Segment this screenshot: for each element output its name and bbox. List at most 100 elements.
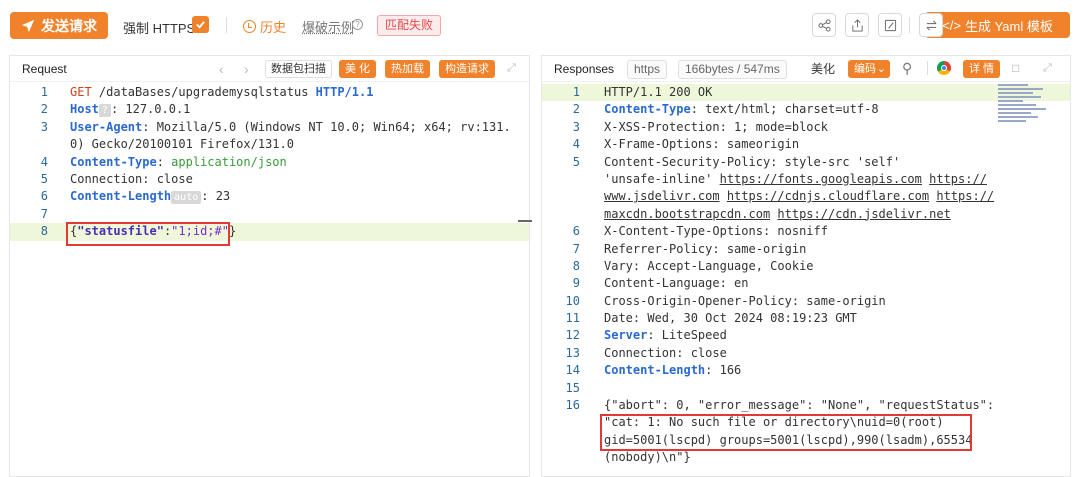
code-line: 6 Content-Length auto: 23 bbox=[10, 188, 529, 205]
line-text: Vary: Accept-Language, Cookie bbox=[604, 258, 814, 275]
header-key: Content-Length bbox=[70, 189, 172, 204]
history-button[interactable]: 历史 bbox=[243, 17, 286, 36]
header-value: : 166 bbox=[705, 363, 742, 378]
line-text: Content-Length auto: 23 bbox=[70, 188, 230, 205]
encode-label: 编码 bbox=[854, 63, 876, 75]
header-value: : close bbox=[142, 171, 193, 186]
line-number: 7 bbox=[40, 206, 48, 221]
response-beautify-button[interactable]: 美化 bbox=[806, 61, 841, 79]
send-request-button[interactable]: 发送请求 bbox=[10, 12, 108, 39]
header-value: : LiteSpeed bbox=[647, 328, 727, 343]
export-icon bbox=[851, 18, 863, 32]
line-number: 7 bbox=[572, 241, 580, 256]
search-icon[interactable]: ⚲ bbox=[902, 60, 912, 77]
request-body-highlight bbox=[66, 222, 230, 246]
code-line: 4 Content-Type: application/json bbox=[10, 154, 529, 171]
code-line: 0) Gecko/20100101 Firefox/131.0 bbox=[10, 136, 529, 153]
request-editor[interactable]: 1 GET /dataBases/upgrademysqlstatus HTTP/… bbox=[10, 84, 529, 241]
url-link[interactable]: https:// bbox=[936, 189, 994, 203]
request-title: Request bbox=[22, 62, 67, 76]
generate-yaml-button[interactable]: </> 生成 Yaml 模板 bbox=[925, 12, 1070, 38]
header-value: {"abort": 0, "error_message": "None", "r… bbox=[604, 398, 995, 413]
url-link[interactable]: https://cdn.jsdelivr.net bbox=[777, 207, 950, 221]
code-line: 2 Content-Type: text/html; charset=utf-8 bbox=[542, 101, 1070, 118]
header-value: Content-Language: en bbox=[604, 276, 749, 291]
header-key: Content-Length bbox=[604, 363, 706, 378]
line-number: 6 bbox=[40, 189, 48, 204]
editor-scroll-marker bbox=[518, 220, 532, 222]
url-link[interactable]: https://cdnjs.cloudflare.com bbox=[727, 189, 929, 203]
generate-yaml-label: 生成 Yaml 模板 bbox=[964, 18, 1053, 34]
line-number: 1 bbox=[572, 85, 580, 99]
line-number: 15 bbox=[565, 380, 580, 395]
request-beautify-button[interactable]: 美 化 bbox=[339, 60, 377, 78]
response-output-highlight bbox=[600, 414, 972, 451]
hotload-button[interactable]: 热加载 bbox=[385, 60, 430, 78]
share-button[interactable] bbox=[812, 13, 836, 37]
minimap[interactable] bbox=[998, 84, 1048, 126]
size-time-badge: 166bytes / 547ms bbox=[678, 60, 787, 79]
code-line: (nobody)\n"} bbox=[542, 449, 1070, 466]
header-value: Date: Wed, 30 Oct 2024 08:19:23 GMT bbox=[604, 311, 857, 326]
prev-arrow-icon[interactable]: ‹ bbox=[219, 61, 224, 77]
request-panel-header: Request ‹ › 数据包扫描 美 化 热加载 构造请求 ⤢ bbox=[10, 56, 529, 82]
chrome-icon[interactable] bbox=[937, 61, 951, 75]
line-text: Content-Type: text/html; charset=utf-8 bbox=[604, 101, 879, 118]
line-number: 16 bbox=[565, 398, 580, 413]
url-link[interactable]: https://fonts.googleapis.com bbox=[720, 172, 922, 186]
help-badge: ? bbox=[98, 104, 111, 118]
header-value: Referrer-Policy: same-origin bbox=[604, 241, 807, 256]
url-link[interactable]: www.jsdelivr.com bbox=[604, 189, 720, 203]
line-number: 6 bbox=[572, 224, 580, 239]
header-value: (nobody)\n"} bbox=[604, 450, 691, 465]
top-toolbar: 发送请求 强制 HTTPS 历史 爆破示例 ? 匹配失败 </> 生成 Yaml… bbox=[0, 0, 1080, 50]
edit-button[interactable] bbox=[878, 13, 902, 37]
expand-icon[interactable]: ⤢ bbox=[1043, 62, 1052, 75]
help-icon[interactable]: ? bbox=[352, 19, 363, 30]
header-value: X-Frame-Options: sameorigin bbox=[604, 137, 800, 152]
line-text: 0) Gecko/20100101 Firefox/131.0 bbox=[70, 136, 294, 153]
line-number: 8 bbox=[40, 224, 48, 239]
response-editor[interactable]: 1 HTTP/1.1 200 OK 2 Content-Type: text/html… bbox=[542, 84, 1070, 467]
line-number: 13 bbox=[565, 345, 580, 360]
line-number: 11 bbox=[565, 311, 580, 326]
detail-button[interactable]: 详 情 bbox=[963, 60, 1001, 78]
line-text: Connection: close bbox=[604, 345, 727, 362]
swap-button[interactable] bbox=[919, 13, 943, 37]
header-key: Content-Type bbox=[70, 154, 157, 169]
packet-scan-button[interactable]: 数据包扫描 bbox=[265, 60, 332, 78]
response-panel-header: Responses https 166bytes / 547ms 美化 编码 ⌄… bbox=[542, 56, 1070, 82]
code-line: 10 Cross-Origin-Opener-Policy: same-origi… bbox=[542, 293, 1070, 310]
force-https-checkbox[interactable] bbox=[192, 16, 209, 33]
header-key: Server bbox=[604, 328, 648, 343]
header-key: Host bbox=[70, 102, 99, 117]
history-label: 历史 bbox=[260, 20, 287, 35]
code-line: 7 Referrer-Policy: same-origin bbox=[542, 241, 1070, 258]
construct-request-button[interactable]: 构造请求 bbox=[439, 60, 495, 78]
url-link[interactable]: maxcdn.bootstrapcdn.com bbox=[604, 207, 770, 221]
edit-icon bbox=[884, 19, 896, 31]
protocol-badge: https bbox=[627, 60, 668, 79]
http-method: GET bbox=[70, 85, 92, 99]
send-icon bbox=[21, 19, 35, 32]
comment-icon[interactable]: □ bbox=[1012, 61, 1019, 75]
code-line: 1 HTTP/1.1 200 OK bbox=[542, 84, 1070, 102]
next-arrow-icon[interactable]: › bbox=[244, 61, 249, 77]
toolbar-divider bbox=[909, 17, 910, 33]
line-number: 14 bbox=[565, 363, 580, 378]
header-value: Cross-Origin-Opener-Policy: same-origin bbox=[604, 293, 886, 308]
line-number: 1 bbox=[40, 85, 48, 99]
brute-example-link[interactable]: 爆破示例 bbox=[302, 17, 354, 36]
url-link[interactable]: https:// bbox=[929, 172, 987, 186]
export-button[interactable] bbox=[845, 13, 869, 37]
line-text: Referrer-Policy: same-origin bbox=[604, 241, 806, 258]
code-line: www.jsdelivr.com https://cdnjs.cloudflar… bbox=[542, 188, 1070, 205]
encode-dropdown[interactable]: 编码 ⌄ bbox=[848, 60, 890, 78]
code-line: 3 X-XSS-Protection: 1; mode=block bbox=[542, 119, 1070, 136]
expand-icon[interactable]: ⤢ bbox=[507, 62, 516, 75]
line-text: X-Frame-Options: sameorigin bbox=[604, 136, 799, 153]
code-line: 8 Vary: Accept-Language, Cookie bbox=[542, 258, 1070, 275]
header-value: 'unsafe-inline' bbox=[604, 171, 720, 186]
header-value: X-Content-Type-Options: nosniff bbox=[604, 224, 828, 239]
chevron-down-icon: ⌄ bbox=[876, 63, 886, 75]
